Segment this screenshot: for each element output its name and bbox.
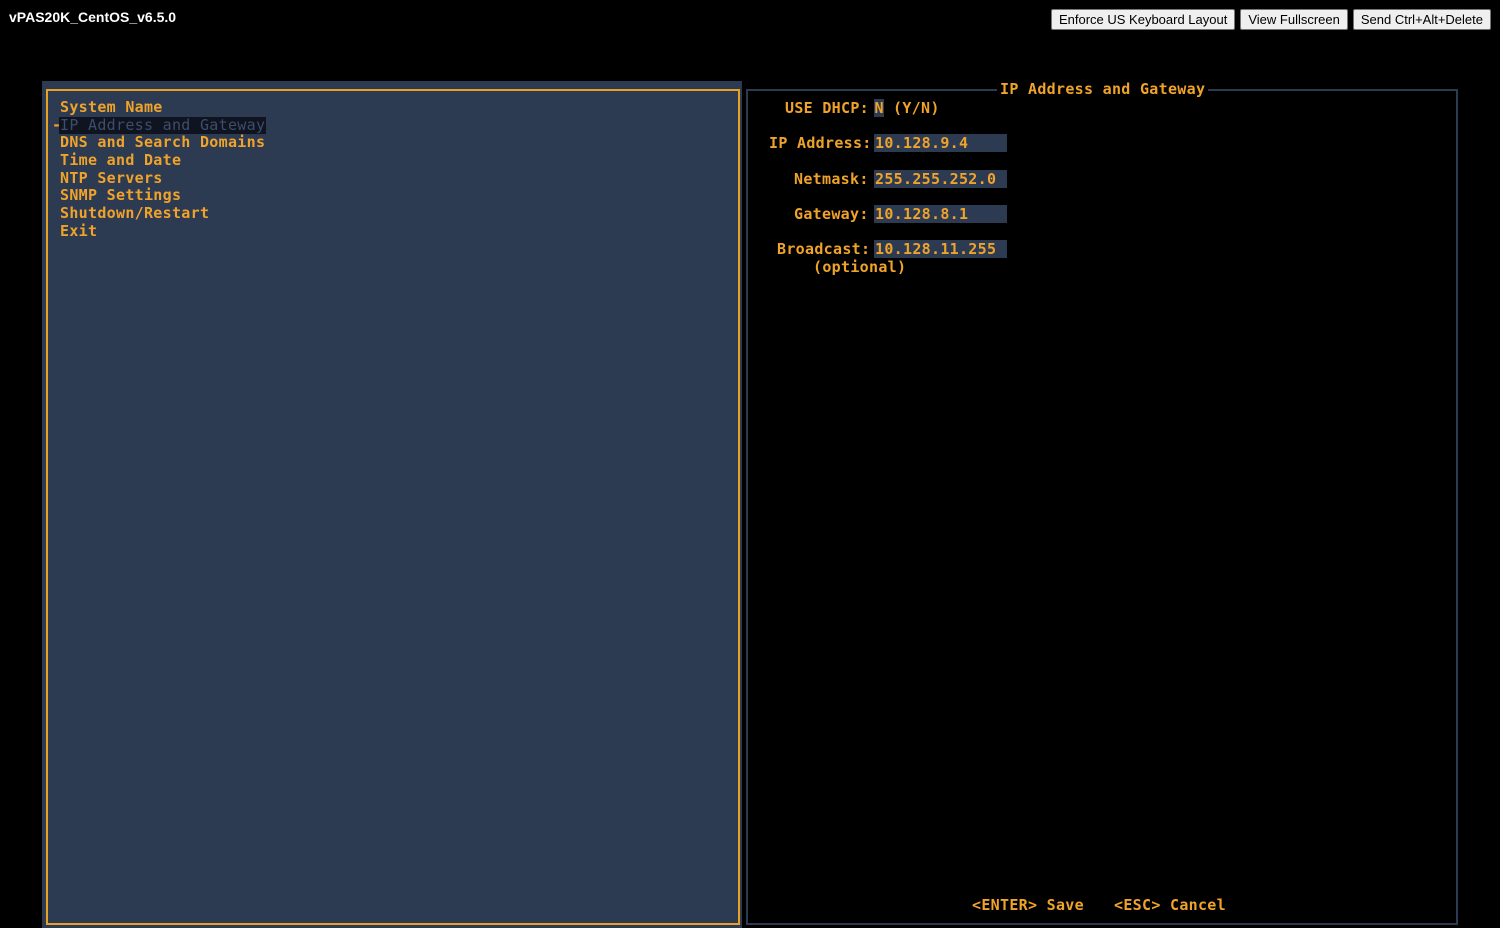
menu-item-ip-address-and-gateway[interactable]: - IP Address and Gateway — [52, 115, 267, 135]
dhcp-input[interactable]: N — [874, 99, 884, 117]
netmask-label: Netmask: — [794, 170, 869, 188]
enforce-keyboard-button[interactable]: Enforce US Keyboard Layout — [1050, 9, 1236, 30]
cancel-action[interactable]: <ESC> Cancel — [1114, 896, 1226, 914]
view-fullscreen-button[interactable]: View Fullscreen — [1240, 9, 1348, 30]
dialog-title: IP Address and Gateway — [997, 80, 1209, 98]
menu-item-system-name[interactable]: System Name — [59, 98, 266, 117]
main-menu: System Name - IP Address and Gateway DNS … — [52, 98, 267, 241]
broadcast-label: Broadcast: — [777, 240, 871, 258]
menu-item-label: Exit — [60, 221, 98, 240]
broadcast-optional-note: (optional) — [813, 258, 907, 276]
gateway-input[interactable]: 10.128.8.1 — [874, 205, 1007, 223]
menu-item-exit[interactable]: Exit — [59, 221, 266, 241]
ip-address-label: IP Address: — [769, 134, 872, 152]
menu-item-label: Time and Date — [60, 151, 182, 170]
menu-item-ntp-servers[interactable]: NTP Servers — [59, 168, 266, 188]
gateway-label: Gateway: — [794, 205, 869, 223]
send-ctrl-alt-delete-button[interactable]: Send Ctrl+Alt+Delete — [1352, 9, 1491, 30]
menu-item-label: Shutdown/Restart — [60, 204, 210, 223]
selection-marker: - — [52, 115, 62, 134]
broadcast-input[interactable]: 10.128.11.255 — [874, 240, 1007, 258]
menu-item-label: System Name — [60, 98, 163, 116]
save-action[interactable]: <ENTER> Save — [972, 896, 1084, 914]
window-title: vPAS20K_CentOS_v6.5.0 — [9, 9, 177, 25]
dhcp-hint: (Y/N) — [893, 99, 940, 117]
menu-item-dns-and-search-domains[interactable]: DNS and Search Domains — [59, 134, 266, 152]
menu-item-time-and-date[interactable]: Time and Date — [59, 151, 266, 170]
menu-item-label: DNS and Search Domains — [60, 133, 266, 152]
menu-item-label: IP Address and Gateway — [59, 115, 267, 135]
netmask-input[interactable]: 255.255.252.0 — [874, 170, 1007, 188]
ip-address-input[interactable]: 10.128.9.4 — [874, 134, 1007, 152]
toolbar: Enforce US Keyboard Layout View Fullscre… — [1050, 9, 1491, 30]
menu-panel: System Name - IP Address and Gateway DNS … — [46, 89, 740, 925]
dhcp-label: USE DHCP: — [785, 99, 869, 117]
menu-item-snmp-settings[interactable]: SNMP Settings — [59, 187, 266, 205]
menu-item-label: SNMP Settings — [60, 186, 182, 205]
menu-item-label: NTP Servers — [60, 168, 163, 187]
menu-item-shutdown-restart[interactable]: Shutdown/Restart — [59, 204, 266, 223]
